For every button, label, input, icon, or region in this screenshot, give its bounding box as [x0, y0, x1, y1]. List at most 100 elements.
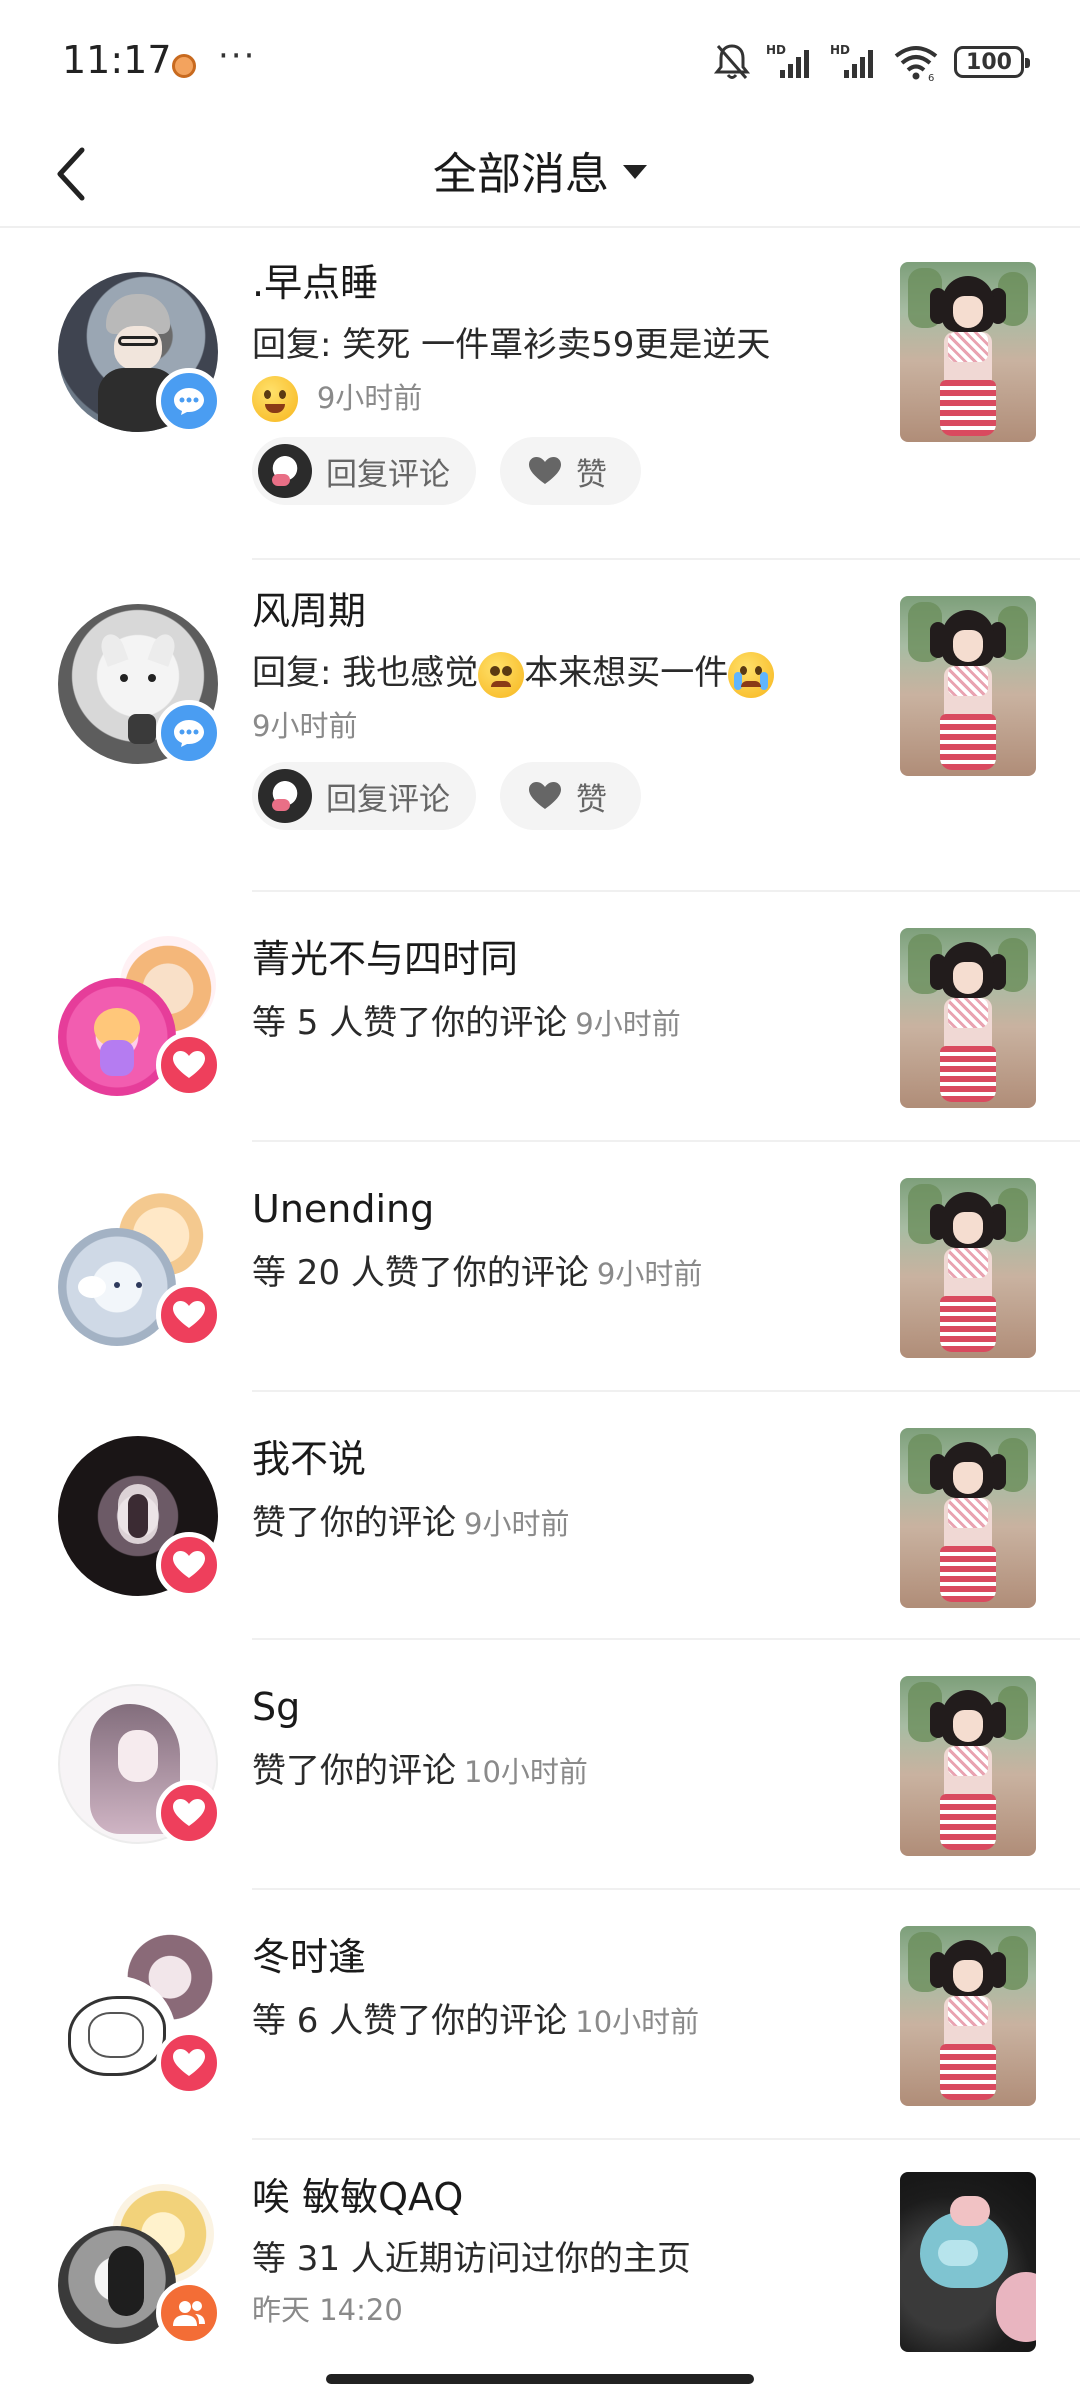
- message-meta: 赞了你的评论 9小时前: [252, 1498, 880, 1549]
- timestamp: 9小时前: [464, 1507, 570, 1541]
- user-name[interactable]: 我不说: [252, 1434, 880, 1484]
- list-item[interactable]: 菁光不与四时同 等 5 人赞了你的评论 9小时前: [0, 892, 1080, 1142]
- post-thumbnail[interactable]: [900, 2172, 1036, 2352]
- message-content: Sg 赞了你的评论 10小时前: [252, 1682, 880, 1797]
- loudly-crying-emoji: [728, 651, 775, 698]
- avatar-wrap[interactable]: [58, 604, 222, 766]
- list-item[interactable]: .早点睡 回复: 笑死 一件罩衫卖59更是逆天 9小时前 回复评论 赞: [0, 230, 1080, 560]
- user-name[interactable]: 唉 敏敏QAQ: [252, 2172, 880, 2222]
- heart-icon: [529, 782, 561, 809]
- message-content: 冬时逢 等 6 人赞了你的评论 10小时前: [252, 1932, 880, 2047]
- user-name[interactable]: 冬时逢: [252, 1932, 880, 1982]
- list-item[interactable]: 唉 敏敏QAQ 等 31 人近期访问过你的主页 昨天 14:20: [0, 2140, 1080, 2370]
- comment-badge: [156, 700, 222, 766]
- header: 全部消息: [0, 120, 1080, 228]
- list-item[interactable]: Unending 等 20 人赞了你的评论 9小时前: [0, 1142, 1080, 1392]
- list-item[interactable]: 冬时逢 等 6 人赞了你的评论 10小时前: [0, 1890, 1080, 2140]
- like-badge: [156, 1780, 222, 1846]
- status-time: 11:17: [62, 38, 172, 82]
- like-badge: [156, 1032, 222, 1098]
- timestamp: 9小时前: [596, 1257, 703, 1291]
- message-content: 我不说 赞了你的评论 9小时前: [252, 1434, 880, 1549]
- avatar-wrap[interactable]: [58, 272, 222, 434]
- avatar-wrap[interactable]: [58, 936, 222, 1098]
- like-button[interactable]: 赞: [500, 762, 641, 830]
- reply-label: 回复评论: [326, 781, 450, 818]
- signal-icon: HD: [766, 43, 809, 78]
- list-item[interactable]: 我不说 赞了你的评论 9小时前: [0, 1392, 1080, 1640]
- message-text: 等 5 人赞了你的评论: [252, 1003, 568, 1043]
- avatar-wrap[interactable]: [58, 2184, 222, 2346]
- message-text: 回复: 笑死 一件罩衫卖59更是逆天: [252, 325, 771, 365]
- post-thumbnail[interactable]: [900, 928, 1036, 1108]
- message-meta: 等 6 人赞了你的评论 10小时前: [252, 1996, 880, 2047]
- avatar-wrap[interactable]: [58, 1684, 222, 1846]
- title-dropdown[interactable]: 全部消息: [0, 138, 1080, 202]
- list-item[interactable]: Sg 赞了你的评论 10小时前: [0, 1640, 1080, 1890]
- status-bar: 11:17 ··· HD HD 6 100: [0, 0, 1080, 120]
- like-label: 赞: [576, 456, 607, 493]
- message-text-part: 本来想买一件: [524, 653, 729, 693]
- status-icons: HD HD 6 100: [714, 40, 1030, 84]
- app-notification-icon: [172, 54, 196, 78]
- heart-icon: [173, 1301, 205, 1328]
- actions: 回复评论 赞: [252, 437, 880, 505]
- svg-text:6: 6: [928, 73, 934, 82]
- visit-badge: [156, 2280, 222, 2346]
- user-name[interactable]: .早点睡: [252, 258, 880, 308]
- timestamp: 9小时前: [252, 709, 358, 743]
- user-name[interactable]: Sg: [252, 1682, 880, 1732]
- pleading-face-emoji: [478, 651, 525, 698]
- like-button[interactable]: 赞: [500, 437, 641, 505]
- avatar-wrap[interactable]: [58, 1186, 222, 1348]
- user-name[interactable]: 风周期: [252, 586, 880, 636]
- timestamp: 9小时前: [316, 381, 423, 415]
- message-meta: 赞了你的评论 10小时前: [252, 1746, 880, 1797]
- reply-label: 回复评论: [326, 456, 450, 493]
- message-list: .早点睡 回复: 笑死 一件罩衫卖59更是逆天 9小时前 回复评论 赞 风周期 …: [0, 230, 1080, 2370]
- like-badge: [156, 2030, 222, 2096]
- home-indicator[interactable]: [326, 2374, 754, 2384]
- timestamp: 9小时前: [575, 1007, 681, 1041]
- post-thumbnail[interactable]: [900, 262, 1036, 442]
- post-thumbnail[interactable]: [900, 1428, 1036, 1608]
- list-item[interactable]: 风周期 回复: 我也感觉 本来想买一件 9小时前 回复评论 赞: [0, 560, 1080, 892]
- user-name[interactable]: Unending: [252, 1184, 880, 1234]
- heart-icon: [173, 2049, 205, 2076]
- battery-indicator: 100: [954, 46, 1030, 78]
- message-text: 等 20 人赞了你的评论: [252, 1253, 589, 1293]
- post-thumbnail[interactable]: [900, 1926, 1036, 2106]
- like-label: 赞: [576, 781, 607, 818]
- post-thumbnail[interactable]: [900, 1178, 1036, 1358]
- grinning-tongue-emoji: [252, 375, 298, 422]
- signal-icon: HD: [830, 43, 873, 78]
- more-notifications-icon: ···: [218, 36, 257, 76]
- heart-icon: [173, 1051, 205, 1078]
- message-text-part: 回复: 我也感觉: [252, 653, 479, 693]
- reply-comment-button[interactable]: 回复评论: [252, 762, 476, 830]
- comment-badge: [156, 368, 222, 434]
- wifi-icon: 6: [894, 46, 938, 82]
- post-thumbnail[interactable]: [900, 596, 1036, 776]
- message-text: 回复: 我也感觉 本来想买一件: [252, 648, 880, 698]
- reply-comment-button[interactable]: 回复评论: [252, 437, 476, 505]
- user-name[interactable]: 菁光不与四时同: [252, 934, 880, 984]
- mute-icon: [714, 44, 750, 79]
- actions: 回复评论 赞: [252, 762, 880, 830]
- message-text: 赞了你的评论: [252, 1503, 456, 1543]
- post-thumbnail[interactable]: [900, 1676, 1036, 1856]
- heart-icon: [173, 1551, 205, 1578]
- avatar: [258, 769, 312, 823]
- caret-down-icon: [623, 165, 647, 179]
- comment-bubble-icon: [174, 720, 204, 747]
- svg-text:HD: HD: [766, 43, 786, 57]
- avatar-wrap[interactable]: [58, 1436, 222, 1598]
- screen: 11:17 ··· HD HD 6 100 全部消息 .早点睡 回复: 笑死 一…: [0, 0, 1080, 2400]
- timestamp: 昨天 14:20: [252, 2293, 403, 2327]
- svg-text:HD: HD: [830, 43, 850, 57]
- message-meta: 等 5 人赞了你的评论 9小时前: [252, 998, 880, 1049]
- avatar-wrap[interactable]: [58, 1934, 222, 2096]
- message-content: 唉 敏敏QAQ 等 31 人近期访问过你的主页 昨天 14:20: [252, 2172, 880, 2332]
- people-icon: [173, 2301, 205, 2326]
- message-content: .早点睡 回复: 笑死 一件罩衫卖59更是逆天 9小时前 回复评论 赞: [252, 258, 880, 505]
